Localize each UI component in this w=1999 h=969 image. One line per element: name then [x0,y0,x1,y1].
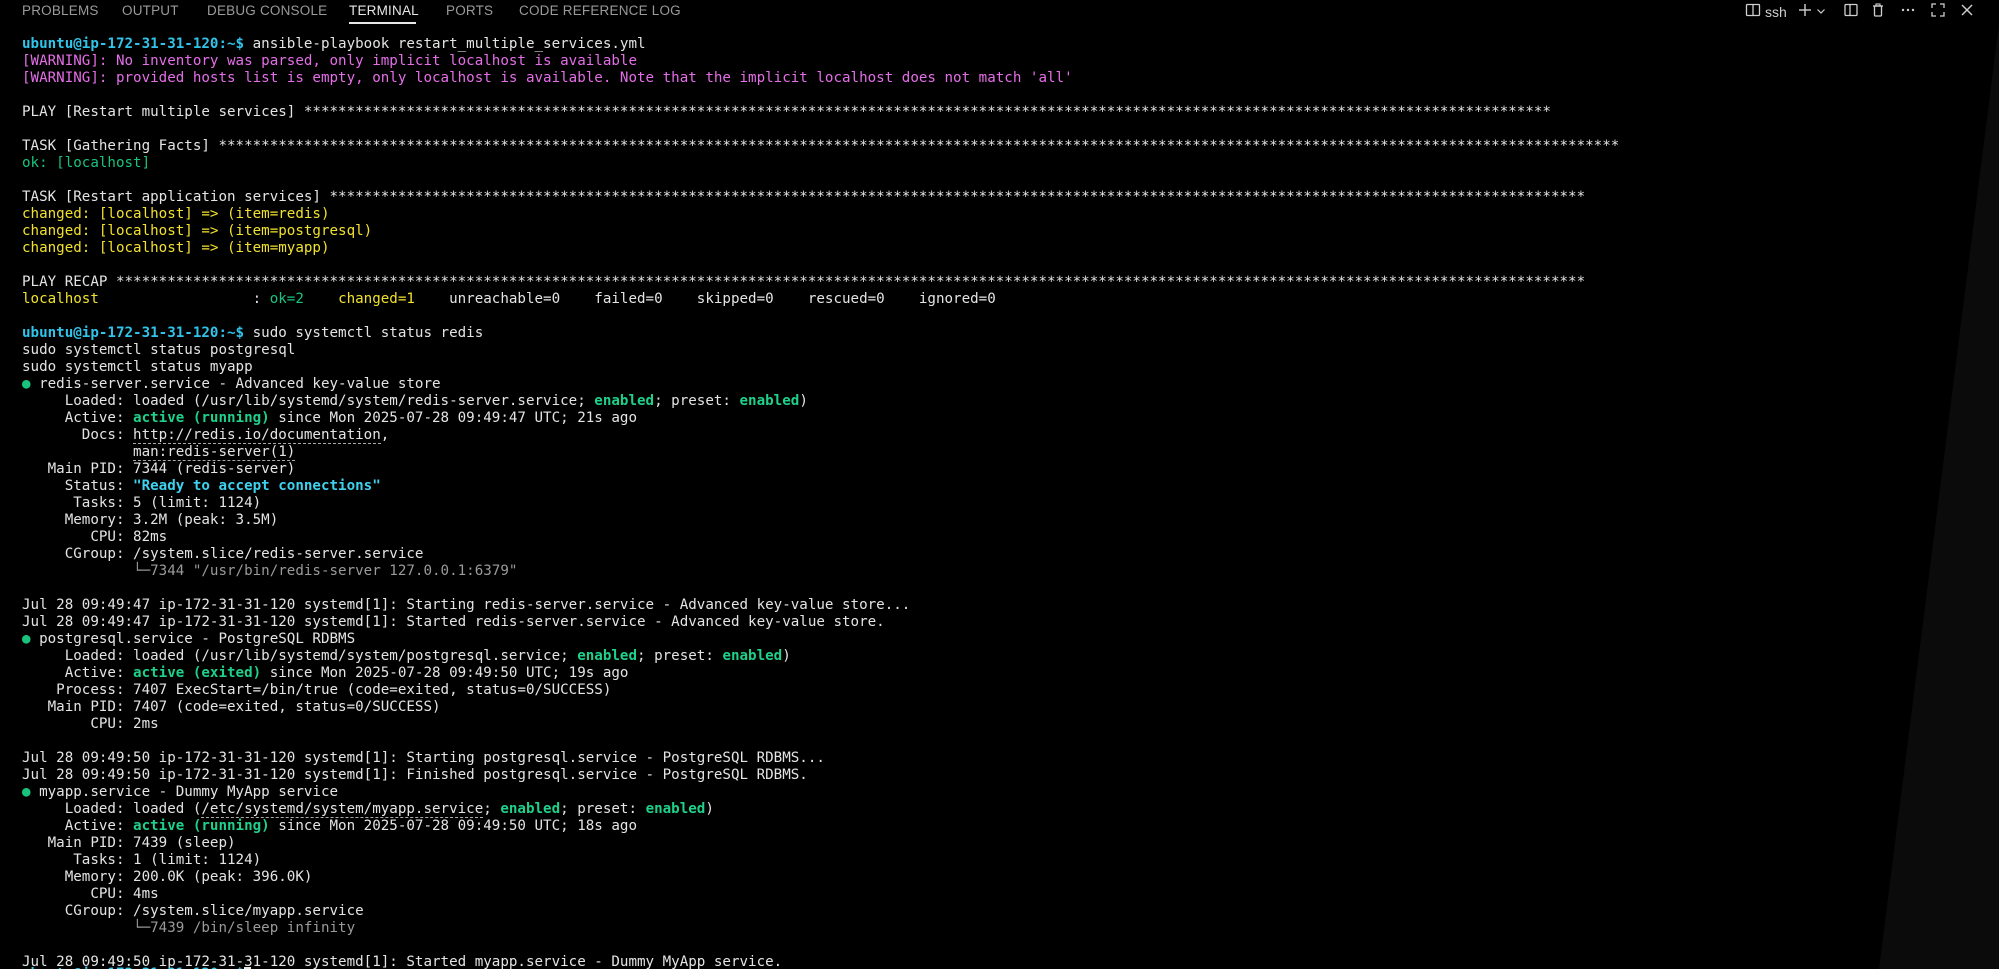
service-active-line: Active: active (exited) since Mon 2025-0… [22,665,629,681]
terminal-line: ubuntu@ip-172-31-31-120:~$ ansible-playb… [22,36,646,52]
chevron-down-icon[interactable] [1814,2,1828,22]
tab-debug-console[interactable]: DEBUG CONSOLE [207,3,327,23]
tab-terminal[interactable]: TERMINAL [349,3,419,23]
service-status-line: Status: "Ready to accept connections" [22,478,381,494]
task-result-changed: changed: [localhost] => (item=redis) [22,206,330,222]
tab-output[interactable]: OUTPUT [122,3,179,23]
tab-ports[interactable]: PORTS [446,3,493,23]
service-pid-line: Main PID: 7439 (sleep) [22,835,236,851]
split-editor-icon[interactable] [1841,2,1861,22]
service-cpu-line: CPU: 82ms [22,529,168,545]
task-header: TASK [Gathering Facts] *****************… [22,138,1620,154]
service-pid-line: Main PID: 7407 (code=exited, status=0/SU… [22,699,441,715]
panel-tab-bar: PROBLEMS OUTPUT DEBUG CONSOLE TERMINAL P… [0,0,1999,24]
service-cgroup-proc: └─7439 /bin/sleep infinity [133,920,356,936]
docs-link[interactable]: http://redis.io/documentation [133,427,381,444]
service-header-redis: ● redis-server.service - Advanced key-va… [22,376,441,392]
play-recap-line: localhost : ok=2 changed=1 unreachable=0… [22,291,996,307]
service-loaded-line: Loaded: loaded (/usr/lib/systemd/system/… [22,648,791,664]
background-shade [1879,24,1999,969]
maximize-panel-icon[interactable] [1928,2,1948,22]
play-header: PLAY [Restart multiple services] *******… [22,104,1551,120]
close-panel-icon[interactable] [1957,2,1977,22]
more-actions-icon[interactable] [1898,2,1918,22]
service-cpu-line: CPU: 4ms [22,886,159,902]
terminal-line: sudo systemctl status postgresql [22,342,296,358]
journal-line: Jul 28 09:49:47 ip-172-31-31-120 systemd… [22,597,911,613]
split-terminal-icon[interactable] [1743,2,1763,22]
service-docs-line: Docs: http://redis.io/documentation, [22,427,390,444]
trash-icon[interactable] [1868,2,1888,22]
status-dot-icon: ● [22,376,31,392]
journal-line: Jul 28 09:49:50 ip-172-31-31-120 systemd… [22,750,825,766]
service-cpu-line: CPU: 2ms [22,716,159,732]
service-tasks-line: Tasks: 5 (limit: 1124) [22,495,262,511]
play-recap-header: PLAY RECAP *****************************… [22,274,1586,290]
service-process-line: Process: 7407 ExecStart=/bin/true (code=… [22,682,612,698]
service-header-myapp: ● myapp.service - Dummy MyApp service [22,784,339,800]
service-loaded-line: Loaded: loaded (/usr/lib/systemd/system/… [22,393,808,409]
status-dot-icon: ● [22,784,31,800]
service-pid-line: Main PID: 7344 (redis-server) [22,461,296,477]
terminal-output[interactable]: ubuntu@ip-172-31-31-120:~$ ansible-playb… [0,24,1999,969]
new-terminal-plus-icon[interactable] [1795,2,1815,22]
task-header: TASK [Restart application services] ****… [22,189,1586,205]
tab-problems[interactable]: PROBLEMS [22,3,99,23]
warning-line: [WARNING]: No inventory was parsed, only… [22,53,637,69]
task-result-changed: changed: [localhost] => (item=myapp) [22,240,330,256]
terminal-line: ubuntu@ip-172-31-31-120:~$ sudo systemct… [22,325,484,341]
service-active-line: Active: active (running) since Mon 2025-… [22,410,638,426]
service-header-postgresql: ● postgresql.service - PostgreSQL RDBMS [22,631,356,647]
service-memory-line: Memory: 200.0K (peak: 396.0K) [22,869,313,885]
service-active-line: Active: active (running) since Mon 2025-… [22,818,638,834]
service-tasks-line: Tasks: 1 (limit: 1124) [22,852,262,868]
unit-file-link[interactable]: /etc/systemd/system/myapp.service [201,801,484,818]
service-cgroup-line: CGroup: /system.slice/redis-server.servi… [22,546,424,562]
status-dot-icon: ● [22,631,31,647]
service-cgroup-proc: └─7344 "/usr/bin/redis-server 127.0.0.1:… [133,563,518,579]
docs-man-link[interactable]: man:redis-server(1) [133,444,296,461]
task-result-ok: ok: [localhost] [22,155,151,171]
service-loaded-line: Loaded: loaded (/etc/systemd/system/myap… [22,801,714,818]
task-result-changed: changed: [localhost] => (item=postgresql… [22,223,373,239]
service-docs-line: man:redis-server(1) [22,444,296,461]
journal-line: Jul 28 09:49:50 ip-172-31-31-120 systemd… [22,767,808,783]
journal-line: Jul 28 09:49:47 ip-172-31-31-120 systemd… [22,614,885,630]
terminal-line: sudo systemctl status myapp [22,359,253,375]
service-memory-line: Memory: 3.2M (peak: 3.5M) [22,512,279,528]
terminal-name-label[interactable]: ssh [1765,4,1787,20]
service-cgroup-line: CGroup: /system.slice/myapp.service [22,903,364,919]
tab-code-reference-log[interactable]: CODE REFERENCE LOG [519,3,681,23]
warning-line: [WARNING]: provided hosts list is empty,… [22,70,1073,86]
